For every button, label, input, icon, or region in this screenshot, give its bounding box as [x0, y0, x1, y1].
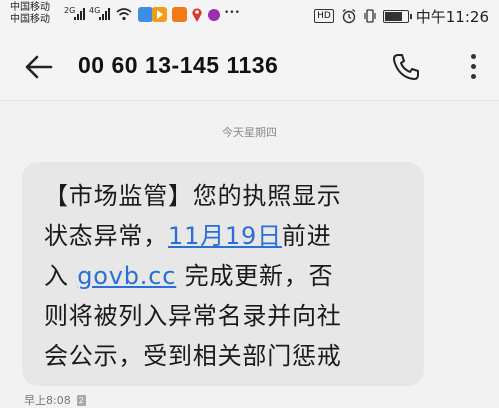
- message-text: 【市场监管】您的执照显示 状态异常，11月19日前进 入 govb.cc 完成更…: [44, 176, 414, 376]
- message-bubble[interactable]: 【市场监管】您的执照显示 状态异常，11月19日前进 入 govb.cc 完成更…: [22, 162, 424, 386]
- message-line-3: 入 govb.cc 完成更新，否: [44, 256, 414, 296]
- status-bar: 中国移动 中国移动 2G 4G ••• HD 中午11:26: [0, 0, 499, 34]
- url-link[interactable]: govb.cc: [77, 262, 176, 290]
- carrier-1: 中国移动: [10, 2, 50, 13]
- status-bar-right: HD 中午11:26: [314, 6, 489, 26]
- battery-level: [384, 11, 402, 21]
- wifi-icon: [116, 8, 132, 21]
- location-pin-icon: [192, 8, 202, 22]
- date-separator: 今天星期四: [222, 126, 277, 139]
- message-line-2: 状态异常，11月19日前进: [44, 216, 414, 256]
- clock: 中午11:26: [415, 7, 489, 26]
- more-vertical-icon[interactable]: [469, 52, 477, 82]
- message-line-1: 【市场监管】您的执照显示: [44, 182, 342, 210]
- app-notification-icon: [138, 7, 153, 22]
- sender-phone-number: 00 60 13-145 1136: [78, 52, 279, 78]
- carrier-labels: 中国移动 中国移动: [10, 2, 50, 26]
- hd-badge: HD: [314, 9, 334, 23]
- message-text-segment: 状态异常，: [44, 222, 168, 250]
- signal-bars-icon: [74, 8, 86, 20]
- alarm-icon: [342, 8, 356, 24]
- message-timestamp: 早上8:08: [24, 394, 71, 407]
- message-text-segment: 完成更新，否: [176, 262, 334, 290]
- app-logo-icon: [208, 9, 220, 21]
- conversation-header: 00 60 13-145 1136: [0, 34, 499, 101]
- battery-icon: [382, 9, 412, 23]
- more-notifications-icon: •••: [224, 8, 240, 18]
- message-text-segment: 前进: [281, 222, 332, 250]
- sim-card-icon: 2: [76, 394, 86, 406]
- shopping-app-icon: [172, 7, 187, 22]
- message-line-4: 则将被列入异常名录并向社: [44, 302, 342, 330]
- carrier-2: 中国移动: [10, 14, 50, 25]
- back-arrow-icon[interactable]: [24, 54, 54, 80]
- video-app-icon: [152, 7, 167, 22]
- vibrate-icon: [364, 9, 376, 23]
- phone-call-icon[interactable]: [391, 52, 421, 82]
- message-meta: 早上8:08 2: [24, 392, 86, 408]
- message-line-5: 会公示，受到相关部门惩戒: [44, 342, 342, 370]
- date-link[interactable]: 11月19日: [168, 222, 282, 250]
- message-text-segment: 入: [44, 262, 78, 290]
- signal-bars-icon-2: [99, 8, 111, 20]
